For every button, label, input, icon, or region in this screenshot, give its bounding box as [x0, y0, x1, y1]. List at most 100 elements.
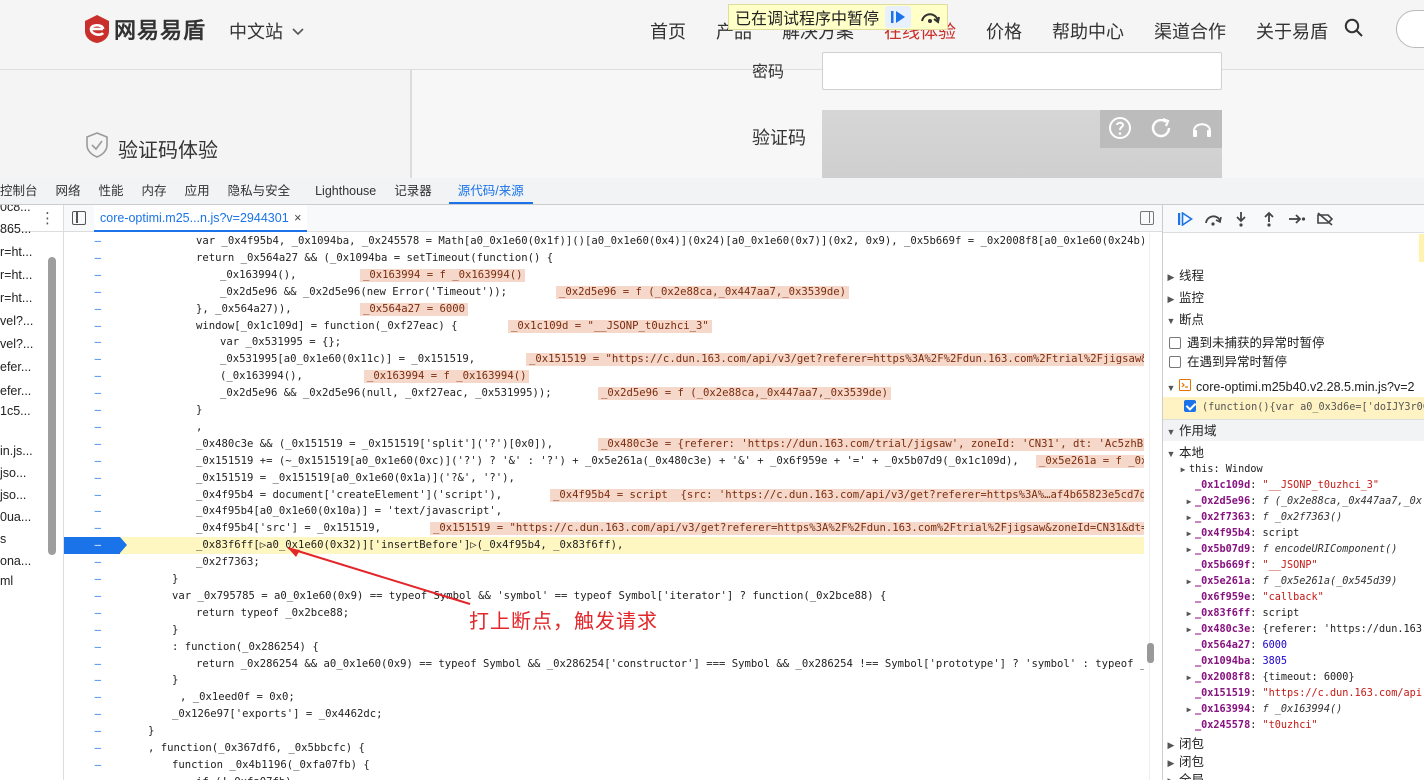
line-gutter[interactable]: – [64, 402, 120, 419]
code-line[interactable]: – _0x163994(), _0x163994 = f _0x163994() [64, 267, 1144, 284]
close-icon[interactable]: × [294, 211, 301, 225]
line-gutter[interactable]: – [64, 503, 120, 520]
code-line[interactable]: – _0x151519 += (~_0x151519[a0_0x1e60(0xc)… [64, 453, 1144, 470]
line-gutter[interactable]: – [64, 757, 120, 774]
tab-recorder[interactable]: 记录器 [385, 178, 441, 204]
code-line[interactable]: –} [64, 571, 1144, 588]
section-scope[interactable]: ▼ 作用域 [1163, 419, 1424, 441]
checkbox[interactable] [1169, 337, 1181, 349]
line-gutter[interactable]: – [64, 622, 120, 639]
section-local[interactable]: ▼ 本地 [1163, 442, 1424, 464]
code-line[interactable]: –} [64, 723, 1144, 740]
refresh-icon[interactable] [1149, 116, 1173, 143]
section-threads[interactable]: ▶ 线程 [1163, 265, 1424, 287]
checkbox[interactable] [1169, 356, 1181, 368]
code-line[interactable]: – _0x2f7363; [64, 554, 1144, 571]
line-gutter[interactable]: – [64, 334, 120, 351]
step-icon[interactable] [1283, 208, 1311, 230]
line-gutter[interactable]: – [64, 284, 120, 301]
code-line[interactable]: – return _0x286254 && a0_0x1e60(0x9) == t… [64, 656, 1144, 673]
scope-variable[interactable]: ▶ _0x480c3e: {referer: 'https://dun.163 [1183, 622, 1424, 638]
scope-variable[interactable]: _0x6f959e: "callback" [1183, 590, 1424, 606]
tab-network[interactable]: 网络 [47, 178, 90, 204]
scope-variable[interactable]: ▶ _0x4f95b4: script [1183, 526, 1424, 542]
code-line[interactable]: – window[_0x1c109d] = function(_0xf27eac)… [64, 318, 1144, 335]
menu-item-home[interactable]: 首页 [650, 18, 686, 64]
password-field[interactable] [822, 52, 1222, 90]
tab-sources[interactable]: 源代码/来源 [448, 178, 533, 204]
code-line[interactable]: – var _0x795785 = a0_0x1e60(0x9) == typeo… [64, 588, 1144, 605]
audio-icon[interactable] [1190, 116, 1214, 143]
line-gutter[interactable]: – [64, 588, 120, 605]
code-line[interactable]: –} [64, 402, 1144, 419]
navigator-item[interactable]: 0c8... [0, 205, 46, 218]
line-gutter[interactable]: – [64, 250, 120, 267]
line-gutter[interactable]: – [64, 351, 120, 368]
code-line[interactable]: –}, _0x564a27)), _0x564a27 = 6000 [64, 301, 1144, 318]
line-gutter[interactable]: – [64, 520, 120, 537]
line-gutter[interactable]: – [64, 267, 120, 284]
line-gutter[interactable]: – [64, 571, 120, 588]
deactivate-breakpoints-icon[interactable] [1311, 208, 1339, 230]
tab-application[interactable]: 应用 [176, 178, 219, 204]
code-line[interactable]: – _0x126e97['exports'] = _0x4462dc; [64, 706, 1144, 723]
breakpoint-entry[interactable]: (function(){var a0_0x3d6e=['doIJY3r0C [1163, 397, 1424, 419]
navigator-item[interactable]: jso... [0, 462, 46, 484]
section-closure[interactable]: ▶全局 [1163, 769, 1424, 780]
help-icon[interactable] [1108, 116, 1132, 143]
step-into-icon[interactable] [1227, 208, 1255, 230]
line-gutter[interactable]: – [64, 419, 120, 436]
scope-variable[interactable]: _0x5b669f: "__JSONP" [1183, 558, 1424, 574]
scope-variable[interactable]: ▶ _0x83f6ff: script [1183, 606, 1424, 622]
line-gutter[interactable]: – [64, 672, 120, 689]
file-tab[interactable]: core-optimi.m25...n.js?v=2944301 × [94, 205, 308, 232]
resume-icon[interactable] [885, 6, 912, 28]
line-gutter[interactable]: – [64, 723, 120, 740]
code-line[interactable]: – function _0x4b1196(_0xfa07fb) { [64, 757, 1144, 774]
navigator-item[interactable]: efer... [0, 356, 46, 378]
navigator-scrollbar[interactable] [48, 257, 56, 555]
line-gutter[interactable]: – [64, 639, 120, 656]
code-line[interactable]: – _0x2d5e96 && _0x2d5e96(new Error('Timeo… [64, 284, 1144, 301]
line-gutter[interactable]: – [64, 554, 120, 571]
code-view[interactable]: – var _0x4f95b4, _0x1094ba, _0x245578 = M… [64, 233, 1144, 780]
tab-performance[interactable]: 性能 [90, 178, 133, 204]
tab-memory[interactable]: 内存 [133, 178, 176, 204]
navigator-item[interactable]: 1c5... [0, 400, 46, 422]
code-line[interactable]: –} [64, 672, 1144, 689]
line-gutter[interactable]: – [64, 487, 120, 504]
navigator-item[interactable]: r=ht... [0, 264, 46, 286]
code-line[interactable]: –: function(_0x286254) { [64, 639, 1144, 656]
code-line[interactable]: – , _0x1eed0f = 0x0; [64, 689, 1144, 706]
scope-variable[interactable]: ▶ _0x163994: f _0x163994() [1183, 702, 1424, 718]
navigator-item[interactable]: efer... [0, 380, 46, 402]
scope-this[interactable]: ▶ this: Window [1177, 462, 1424, 478]
navigator-item[interactable]: vel?... [0, 310, 46, 332]
breakpoint-marker[interactable]: – [64, 537, 127, 555]
code-line[interactable]: – , function(_0x367df6, _0x5bbcfc) { [64, 740, 1144, 757]
scope-variable[interactable]: _0x564a27: 6000 [1183, 638, 1424, 654]
toggle-debugger-icon[interactable] [1140, 211, 1154, 225]
navigator-item[interactable]: jso... [0, 484, 46, 506]
step-over-icon[interactable] [1199, 208, 1227, 230]
navigator-item[interactable]: r=ht... [0, 287, 46, 309]
scope-variable[interactable]: _0x151519: "https://c.dun.163.com/api [1183, 686, 1424, 702]
editor-scrollbar[interactable] [1145, 233, 1155, 780]
line-gutter[interactable]: – [64, 656, 120, 673]
line-gutter[interactable]: – [64, 706, 120, 723]
scope-variable[interactable]: ▶ _0x5b07d9: f encodeURIComponent() [1183, 542, 1424, 558]
line-gutter[interactable]: – [64, 740, 120, 757]
code-line[interactable]: – _0x2d5e96 && _0x2d5e96(null, _0xf27eac,… [64, 385, 1144, 402]
navigator-item[interactable]: in.js... [0, 440, 46, 462]
scope-variable[interactable]: ▶ _0x2d5e96: f (_0x2e88ca,_0x447aa7,_0x [1183, 494, 1424, 510]
code-line[interactable]: – _0x151519 = _0x151519[a0_0x1e60(0x1a)](… [64, 470, 1144, 487]
step-over-icon[interactable] [917, 6, 943, 28]
line-gutter[interactable]: – [64, 774, 120, 780]
code-line[interactable]: – var _0x531995 = {}; [64, 334, 1144, 351]
scope-variable[interactable]: ▶ _0x2f7363: f _0x2f7363() [1183, 510, 1424, 526]
line-gutter[interactable]: – [64, 301, 120, 318]
line-gutter[interactable]: – [64, 368, 120, 385]
navigator-item[interactable]: ml [0, 570, 46, 592]
tab-console[interactable]: 控制台 [0, 178, 47, 204]
navigator-item[interactable]: r=ht... [0, 241, 46, 263]
